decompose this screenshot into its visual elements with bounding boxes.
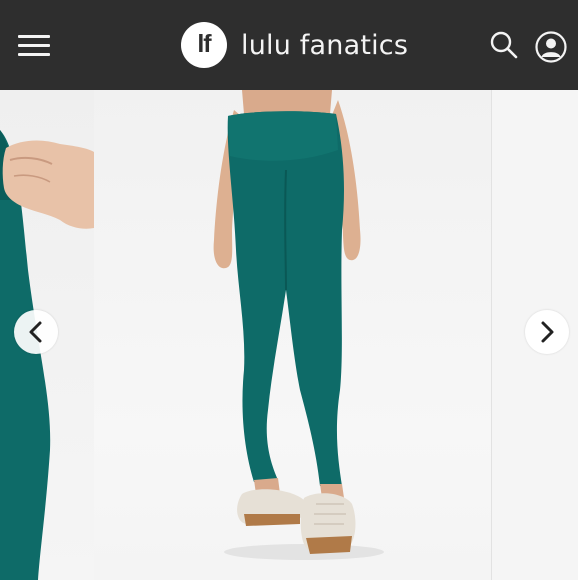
- account-button[interactable]: [535, 31, 567, 63]
- hamburger-menu-icon: [18, 35, 50, 38]
- hamburger-menu-icon: [18, 53, 50, 56]
- user-account-icon: [535, 31, 567, 63]
- site-header: lf lulu fanatics: [0, 0, 578, 90]
- logo-badge: lf: [181, 22, 227, 68]
- hamburger-menu-icon: [18, 44, 50, 47]
- brand-name: lulu fanatics: [241, 29, 409, 61]
- product-image-leggings: [213, 90, 384, 560]
- chevron-right-icon: [541, 321, 554, 343]
- product-image-carousel[interactable]: [0, 90, 578, 580]
- brand-logo-link[interactable]: lf lulu fanatics: [181, 21, 408, 69]
- search-icon: [490, 31, 518, 59]
- chevron-left-icon: [29, 321, 42, 343]
- carousel-slide-current[interactable]: [94, 90, 491, 580]
- carousel-next-button[interactable]: [525, 310, 569, 354]
- search-button[interactable]: [489, 30, 519, 60]
- carousel-previous-button[interactable]: [14, 310, 58, 354]
- logo-text: lf: [197, 29, 211, 58]
- menu-button[interactable]: [18, 33, 52, 59]
